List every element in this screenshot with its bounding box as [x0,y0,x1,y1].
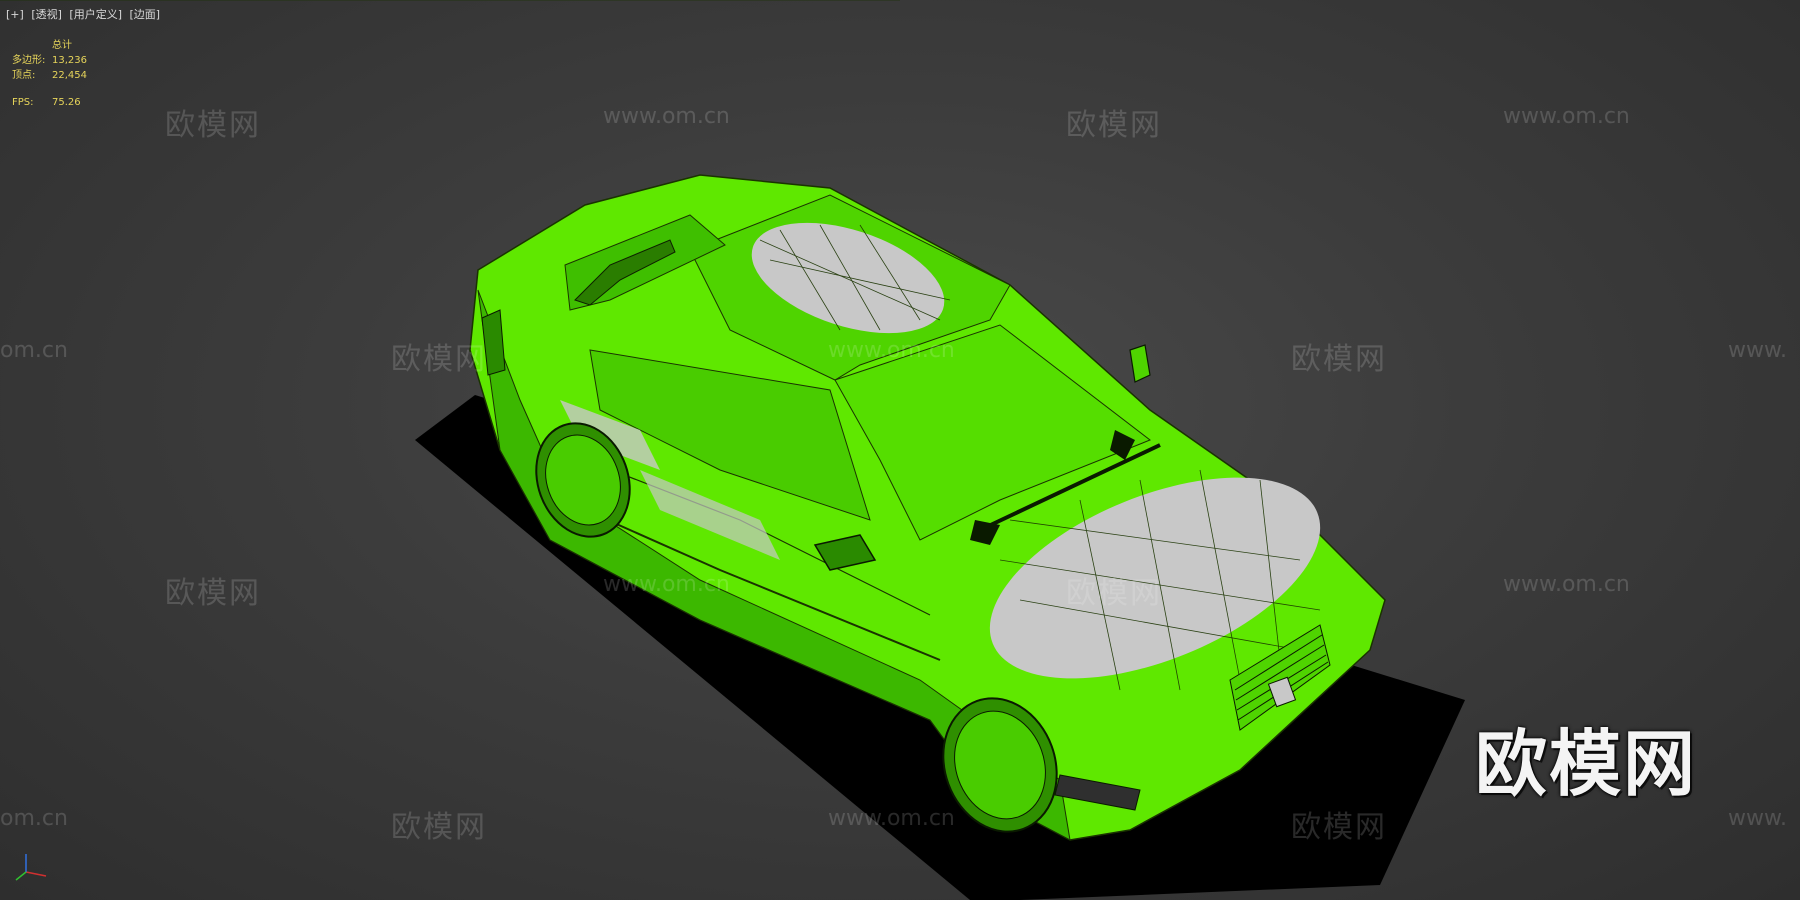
side-mirror-right [1129,344,1151,383]
car-model[interactable] [0,0,1386,848]
viewport-scene[interactable] [0,0,1800,900]
xyz-axis-icon [15,854,47,881]
